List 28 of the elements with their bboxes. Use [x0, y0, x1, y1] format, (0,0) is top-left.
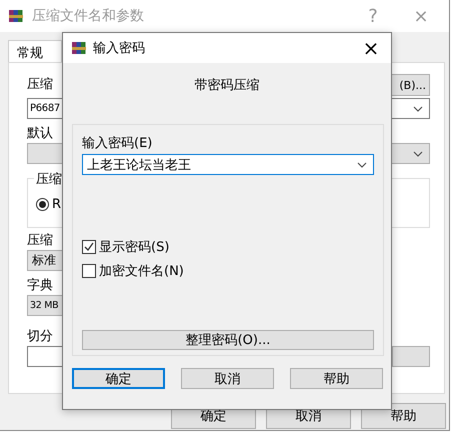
radio-label: R [52, 197, 62, 212]
checkbox-label: 显示密码(S) [99, 239, 170, 256]
field-label: 输入密码(E) [82, 135, 152, 153]
tab[interactable]: 常规 [8, 40, 62, 62]
dialog-title: 输入密码 [93, 40, 146, 57]
chevron-down-icon [357, 162, 367, 168]
field-label: 字典 [27, 277, 53, 295]
field-label: 压缩 [27, 76, 53, 94]
window-title: 压缩文件名和参数 [32, 7, 145, 25]
organize-passwords-button[interactable]: 整理密码(O)... [82, 330, 374, 350]
checkbox[interactable] [82, 240, 96, 254]
field-label: 默认 [27, 125, 53, 143]
dialog-heading: 带密码压缩 [194, 77, 260, 94]
close-button[interactable]: × [359, 36, 383, 60]
books-icon [8, 8, 24, 24]
password-combo[interactable]: 上老王论坛当老王 [82, 154, 374, 175]
chevron-down-icon [413, 106, 423, 112]
checkbox-label: 加密文件名(N) [99, 263, 184, 280]
dialog-button[interactable]: 确定 [72, 368, 165, 389]
dialog-button[interactable]: 帮助 [290, 368, 383, 389]
chevron-down-icon [413, 150, 423, 156]
field-label: 压缩 [27, 232, 53, 250]
dialog-button[interactable]: 帮助 [361, 403, 446, 429]
dialog-button[interactable]: 取消 [181, 368, 274, 389]
books-icon [71, 40, 87, 56]
checkbox[interactable] [82, 264, 96, 278]
radio-button[interactable] [36, 198, 49, 211]
field-label: 切分 [27, 328, 53, 346]
